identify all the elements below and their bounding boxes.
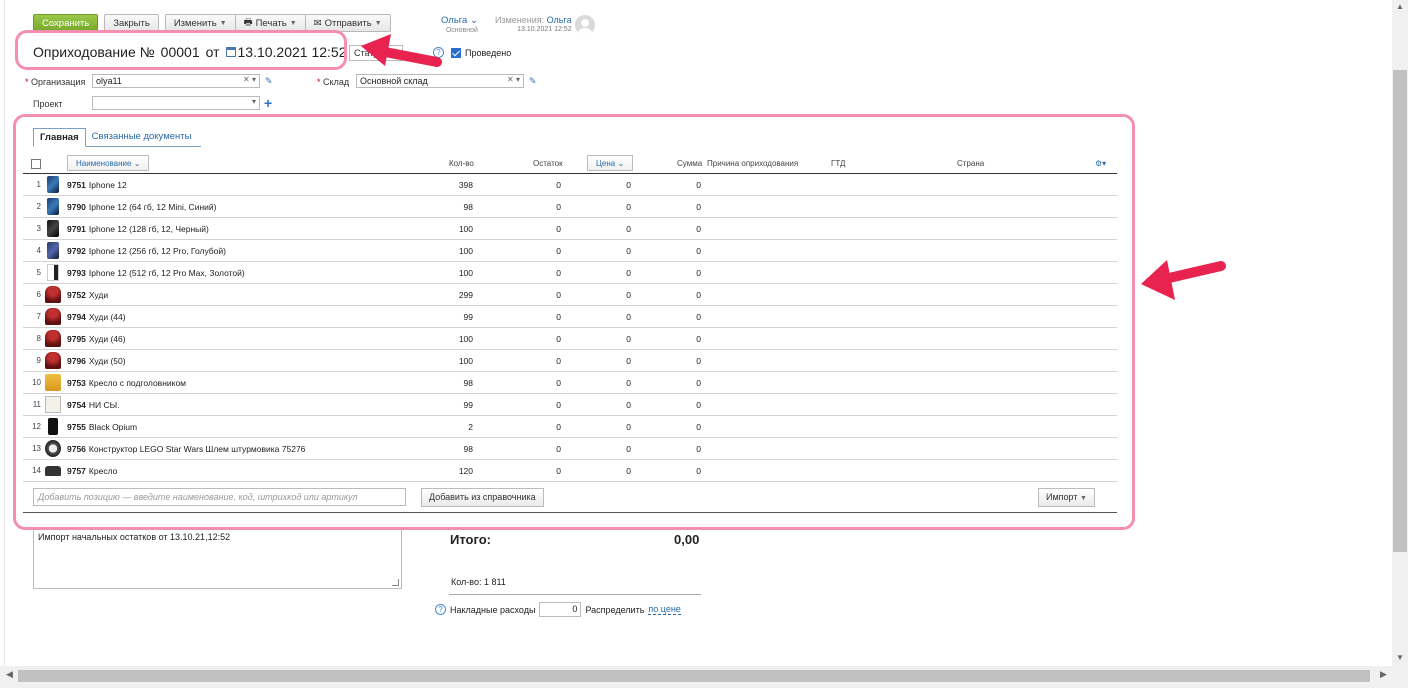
- arrow-icon: [1141, 260, 1226, 300]
- org-field[interactable]: olya11 ✕ ▾: [92, 74, 260, 88]
- help-icon[interactable]: ?: [435, 604, 446, 615]
- chevron-down-icon: ▼: [289, 19, 297, 27]
- clear-dropdown-icon[interactable]: ✕ ▾: [243, 75, 256, 84]
- changes-info: Изменения: Ольга 13.10.2021 12:52: [495, 15, 572, 35]
- pencil-icon[interactable]: ✎: [529, 76, 537, 87]
- changes-label: Изменения:: [495, 15, 545, 25]
- clear-dropdown-icon[interactable]: ✕ ▾: [507, 75, 520, 84]
- print-label: Печать: [255, 17, 287, 29]
- posted-checkbox[interactable]: [451, 48, 461, 58]
- scroll-thumb[interactable]: [18, 670, 1370, 682]
- avatar[interactable]: [575, 15, 595, 35]
- document-page: Сохранить Закрыть Изменить ▼ 🖶 Печать ▼ …: [4, 0, 1392, 666]
- distribute-by-price-link[interactable]: по цене: [648, 604, 681, 615]
- plus-icon[interactable]: +: [264, 95, 272, 111]
- overhead-row: ? Накладные расходы 0 Распределить по це…: [435, 602, 681, 617]
- envelope-icon: ✉: [313, 17, 322, 29]
- warehouse-value: Основной склад: [360, 76, 428, 86]
- printer-icon: 🖶: [243, 17, 253, 28]
- owner-role: Основной: [445, 27, 478, 34]
- warehouse-label: * Склад: [317, 77, 350, 87]
- pencil-icon[interactable]: ✎: [265, 76, 273, 87]
- changes-user[interactable]: Ольга: [547, 15, 572, 25]
- chevron-down-icon[interactable]: ▾: [252, 97, 256, 106]
- distribute-label: Распределить: [585, 604, 645, 615]
- edit-label: Изменить: [173, 17, 217, 29]
- scroll-down-icon[interactable]: ▼: [1396, 653, 1404, 662]
- scroll-left-icon[interactable]: ◀: [6, 669, 13, 680]
- title-highlight: [15, 30, 347, 70]
- scroll-up-icon[interactable]: ▲: [1396, 2, 1404, 11]
- qty-total: Кол-во: 1 811: [451, 577, 506, 587]
- table-highlight: [13, 114, 1135, 530]
- warehouse-field[interactable]: Основной склад ✕ ▾: [356, 74, 524, 88]
- total-label: Итого:: [450, 532, 491, 547]
- owner-selector[interactable]: Ольга ⌄ Основной: [441, 16, 478, 36]
- chevron-down-icon: ▼: [219, 19, 227, 27]
- total-value: 0,00: [674, 532, 700, 547]
- org-value: olya11: [96, 76, 122, 86]
- posted-label: Проведено: [465, 48, 512, 58]
- org-label: * Организация: [25, 77, 86, 87]
- owner-name: Ольга ⌄: [441, 15, 478, 26]
- vertical-scrollbar[interactable]: ▲ ▼: [1392, 0, 1408, 666]
- chevron-down-icon: ⌄: [469, 15, 478, 26]
- posted-toggle[interactable]: Проведено: [451, 48, 511, 58]
- arrow-icon: [361, 34, 442, 67]
- project-label: Проект: [33, 99, 63, 109]
- scroll-right-icon[interactable]: ▶: [1380, 669, 1387, 680]
- horizontal-scrollbar[interactable]: ◀ ▶: [0, 666, 1408, 688]
- overhead-input[interactable]: 0: [539, 602, 582, 617]
- changes-timestamp: 13.10.2021 12:52: [517, 26, 572, 33]
- overhead-label: Накладные расходы: [450, 604, 536, 615]
- comment-textarea[interactable]: Импорт начальных остатков от 13.10.21,12…: [33, 528, 402, 589]
- scroll-thumb[interactable]: [1393, 70, 1407, 552]
- project-field[interactable]: ▾: [92, 96, 260, 110]
- divider: [449, 594, 701, 595]
